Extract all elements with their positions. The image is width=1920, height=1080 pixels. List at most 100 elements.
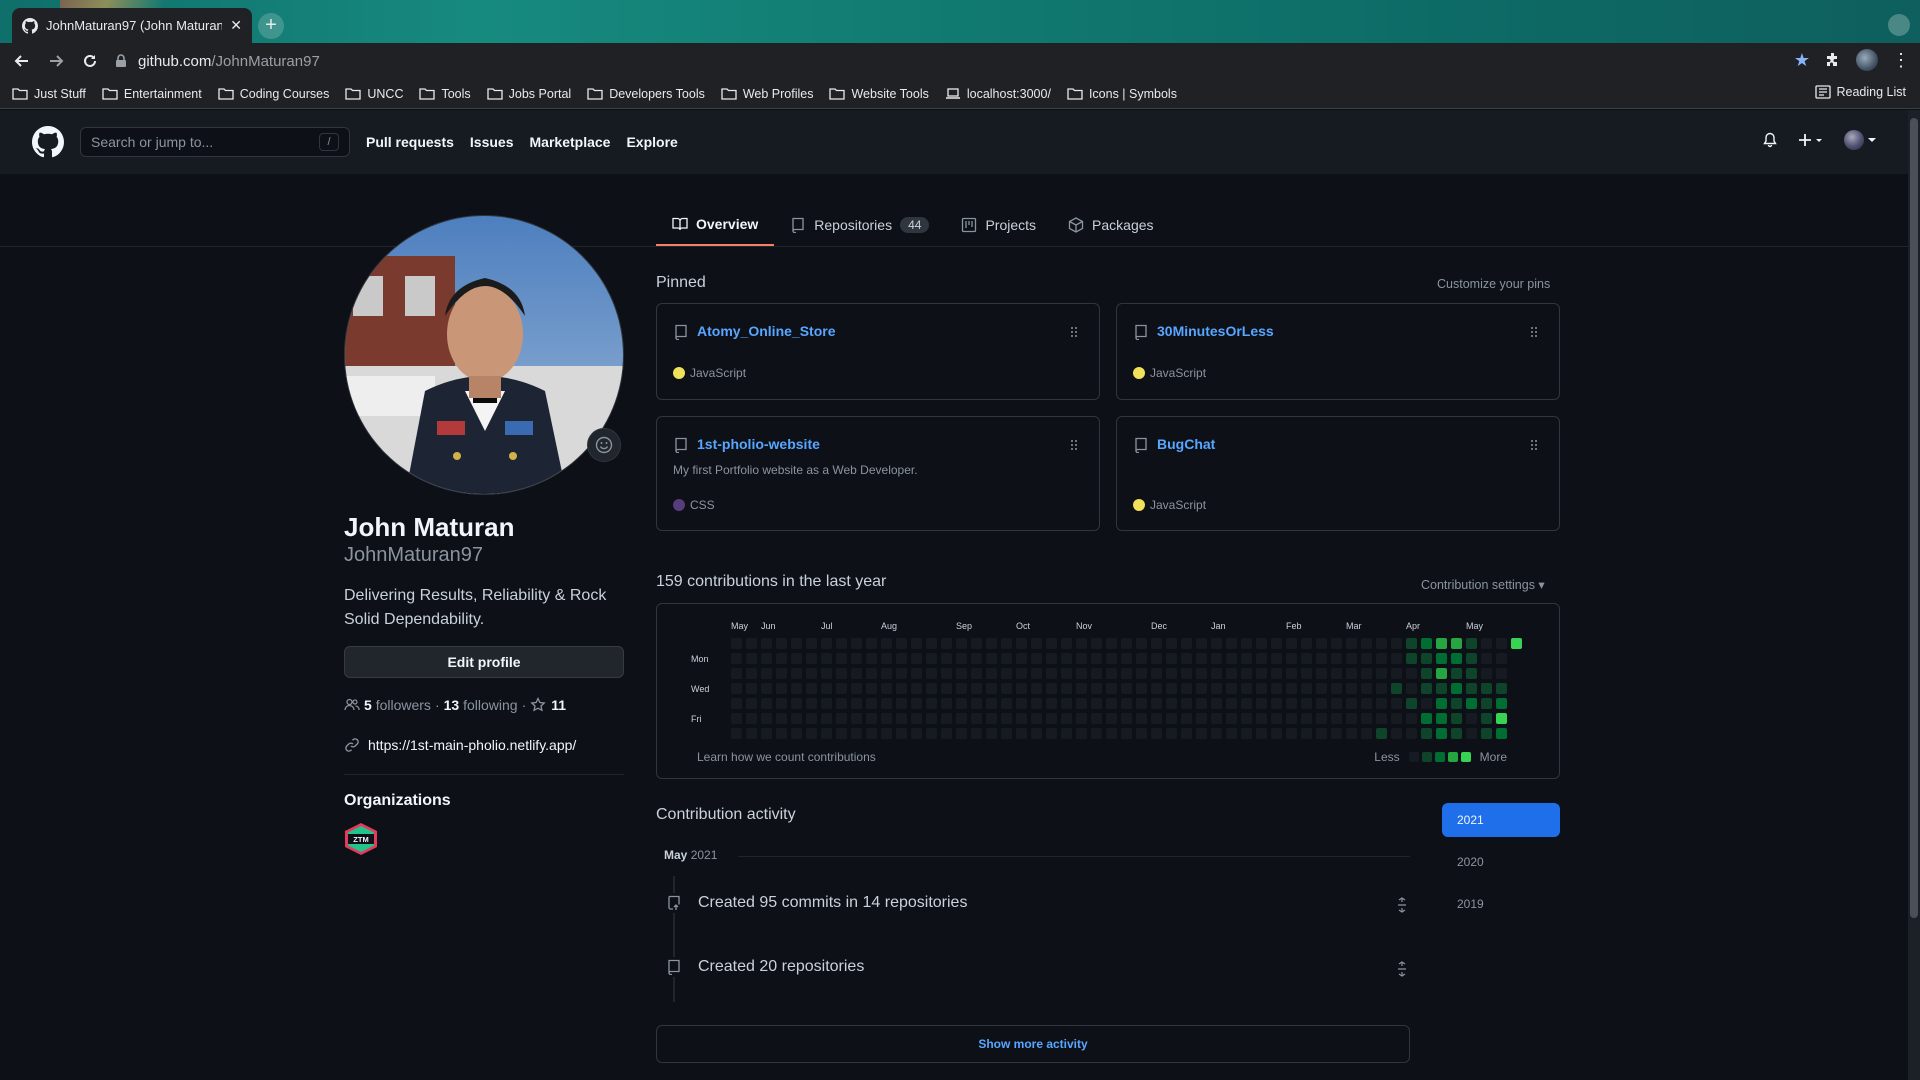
- contribution-day-cell[interactable]: [1481, 713, 1492, 724]
- contribution-day-cell[interactable]: [866, 698, 877, 709]
- contribution-day-cell[interactable]: [1106, 728, 1117, 739]
- contribution-day-cell[interactable]: [851, 653, 862, 664]
- contribution-day-cell[interactable]: [1136, 653, 1147, 664]
- contribution-day-cell[interactable]: [1361, 713, 1372, 724]
- nav-pull-requests[interactable]: Pull requests: [366, 134, 454, 150]
- contribution-day-cell[interactable]: [1331, 728, 1342, 739]
- contribution-day-cell[interactable]: [836, 653, 847, 664]
- contribution-day-cell[interactable]: [1241, 683, 1252, 694]
- drag-grip-icon[interactable]: [1529, 437, 1539, 453]
- contribution-day-cell[interactable]: [1226, 638, 1237, 649]
- contribution-day-cell[interactable]: [1346, 638, 1357, 649]
- contribution-day-cell[interactable]: [821, 728, 832, 739]
- contribution-day-cell[interactable]: [1241, 653, 1252, 664]
- contribution-day-cell[interactable]: [1211, 683, 1222, 694]
- contribution-day-cell[interactable]: [986, 728, 997, 739]
- contribution-day-cell[interactable]: [1016, 638, 1027, 649]
- contribution-day-cell[interactable]: [746, 698, 757, 709]
- contribution-day-cell[interactable]: [986, 698, 997, 709]
- contribution-day-cell[interactable]: [1106, 668, 1117, 679]
- contribution-day-cell[interactable]: [1451, 668, 1462, 679]
- tab-packages[interactable]: Packages: [1052, 204, 1169, 246]
- contribution-day-cell[interactable]: [1481, 638, 1492, 649]
- contribution-day-cell[interactable]: [1466, 713, 1477, 724]
- contribution-day-cell[interactable]: [731, 683, 742, 694]
- drag-grip-icon[interactable]: [1529, 324, 1539, 340]
- contribution-day-cell[interactable]: [1406, 638, 1417, 649]
- expand-icon[interactable]: [1394, 961, 1410, 977]
- contribution-day-cell[interactable]: [1301, 683, 1312, 694]
- contribution-day-cell[interactable]: [791, 698, 802, 709]
- contribution-day-cell[interactable]: [1076, 668, 1087, 679]
- contribution-day-cell[interactable]: [1256, 638, 1267, 649]
- contribution-day-cell[interactable]: [1496, 668, 1507, 679]
- show-more-activity-button[interactable]: Show more activity: [656, 1025, 1410, 1063]
- edit-profile-button[interactable]: Edit profile: [344, 646, 624, 678]
- contribution-day-cell[interactable]: [1136, 728, 1147, 739]
- contribution-day-cell[interactable]: [1451, 683, 1462, 694]
- contribution-day-cell[interactable]: [1091, 713, 1102, 724]
- contribution-day-cell[interactable]: [821, 683, 832, 694]
- tab-search-button[interactable]: [1888, 14, 1910, 36]
- contribution-day-cell[interactable]: [1226, 698, 1237, 709]
- contribution-day-cell[interactable]: [1436, 698, 1447, 709]
- contribution-day-cell[interactable]: [986, 713, 997, 724]
- contribution-day-cell[interactable]: [836, 638, 847, 649]
- contribution-day-cell[interactable]: [1466, 683, 1477, 694]
- contribution-day-cell[interactable]: [746, 638, 757, 649]
- contribution-day-cell[interactable]: [761, 668, 772, 679]
- contribution-day-cell[interactable]: [911, 713, 922, 724]
- contribution-day-cell[interactable]: [1211, 638, 1222, 649]
- bookmark-folder[interactable]: Just Stuff: [12, 87, 86, 101]
- contribution-day-cell[interactable]: [956, 653, 967, 664]
- contribution-day-cell[interactable]: [1166, 638, 1177, 649]
- close-tab-icon[interactable]: ✕: [230, 17, 242, 34]
- browser-menu-icon[interactable]: ⋮: [1892, 50, 1910, 71]
- contribution-day-cell[interactable]: [1421, 668, 1432, 679]
- contribution-settings-dropdown[interactable]: Contribution settings ▾: [1421, 577, 1545, 592]
- contribution-day-cell[interactable]: [746, 653, 757, 664]
- contribution-day-cell[interactable]: [1136, 638, 1147, 649]
- contribution-day-cell[interactable]: [1496, 713, 1507, 724]
- contribution-day-cell[interactable]: [1466, 698, 1477, 709]
- contribution-day-cell[interactable]: [776, 713, 787, 724]
- contribution-day-cell[interactable]: [1046, 728, 1057, 739]
- contribution-day-cell[interactable]: [1016, 698, 1027, 709]
- user-menu-button[interactable]: [1844, 130, 1876, 150]
- contribution-day-cell[interactable]: [881, 638, 892, 649]
- year-link-2019[interactable]: 2019: [1442, 887, 1560, 921]
- url-omnibox[interactable]: github.com/JohnMaturan97: [114, 47, 1744, 75]
- contribution-day-cell[interactable]: [1286, 683, 1297, 694]
- contribution-day-cell[interactable]: [1271, 698, 1282, 709]
- bookmark-folder[interactable]: Tools: [419, 87, 471, 101]
- contribution-day-cell[interactable]: [1046, 653, 1057, 664]
- contribution-day-cell[interactable]: [1451, 698, 1462, 709]
- contribution-day-cell[interactable]: [836, 683, 847, 694]
- contribution-day-cell[interactable]: [1151, 728, 1162, 739]
- contribution-day-cell[interactable]: [1286, 728, 1297, 739]
- contribution-day-cell[interactable]: [1271, 638, 1282, 649]
- contribution-day-cell[interactable]: [1481, 668, 1492, 679]
- contribution-day-cell[interactable]: [1376, 698, 1387, 709]
- contribution-day-cell[interactable]: [1121, 683, 1132, 694]
- contribution-day-cell[interactable]: [1256, 653, 1267, 664]
- contribution-day-cell[interactable]: [986, 638, 997, 649]
- contribution-day-cell[interactable]: [836, 713, 847, 724]
- contribution-day-cell[interactable]: [851, 713, 862, 724]
- contribution-day-cell[interactable]: [1316, 638, 1327, 649]
- contribution-day-cell[interactable]: [1166, 698, 1177, 709]
- contribution-day-cell[interactable]: [1061, 683, 1072, 694]
- contribution-day-cell[interactable]: [1226, 728, 1237, 739]
- contribution-day-cell[interactable]: [896, 713, 907, 724]
- contribution-day-cell[interactable]: [1031, 698, 1042, 709]
- contribution-day-cell[interactable]: [1076, 683, 1087, 694]
- contribution-day-cell[interactable]: [1121, 698, 1132, 709]
- drag-grip-icon[interactable]: [1069, 324, 1079, 340]
- bookmark-star-icon[interactable]: ★: [1794, 50, 1810, 71]
- contribution-day-cell[interactable]: [941, 653, 952, 664]
- contribution-day-cell[interactable]: [1106, 683, 1117, 694]
- contribution-day-cell[interactable]: [1436, 638, 1447, 649]
- contribution-day-cell[interactable]: [1346, 668, 1357, 679]
- contribution-day-cell[interactable]: [791, 638, 802, 649]
- contribution-day-cell[interactable]: [806, 683, 817, 694]
